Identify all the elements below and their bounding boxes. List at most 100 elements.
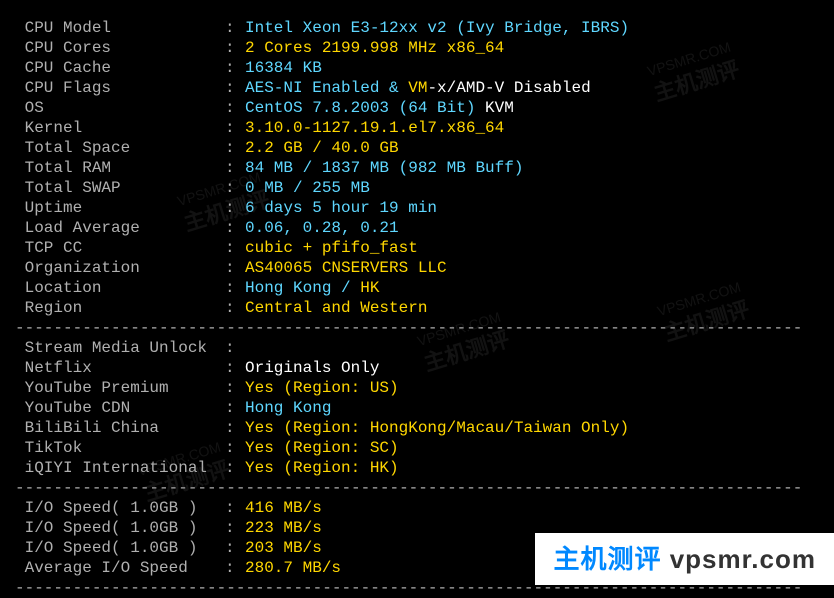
info-label: Organization [15, 258, 225, 278]
colon: : [225, 278, 245, 298]
info-row: Load Average : 0.06, 0.28, 0.21 [15, 218, 819, 238]
info-label: CPU Cores [15, 38, 225, 58]
info-label: CPU Model [15, 18, 225, 38]
colon: : [225, 178, 245, 198]
info-row: Organization : AS40065 CNSERVERS LLC [15, 258, 819, 278]
info-row: TikTok : Yes (Region: SC) [15, 438, 819, 458]
info-row: Total SWAP : 0 MB / 255 MB [15, 178, 819, 198]
separator: ----------------------------------------… [15, 478, 819, 498]
info-value: 6 days 5 hour 19 min [245, 198, 437, 218]
info-label: YouTube CDN [15, 398, 225, 418]
colon: : [225, 238, 245, 258]
info-label: Uptime [15, 198, 225, 218]
info-label: Kernel [15, 118, 225, 138]
info-value: 0 MB / 255 MB [245, 178, 370, 198]
info-value: 416 MB/s [245, 498, 322, 518]
info-value: Central and Western [245, 298, 427, 318]
info-value: 84 MB / 1837 MB (982 MB Buff) [245, 158, 523, 178]
info-label: Average I/O Speed [15, 558, 225, 578]
info-label: I/O Speed( 1.0GB ) [15, 518, 225, 538]
info-row: I/O Speed( 1.0GB ) : 416 MB/s [15, 498, 819, 518]
banner-title: 主机测评 [553, 544, 661, 574]
colon: : [225, 198, 245, 218]
colon: : [225, 158, 245, 178]
info-row: TCP CC : cubic + pfifo_fast [15, 238, 819, 258]
colon: : [225, 18, 245, 38]
info-value: 16384 KB [245, 58, 322, 78]
colon: : [225, 78, 245, 98]
info-row: Kernel : 3.10.0-1127.19.1.el7.x86_64 [15, 118, 819, 138]
section-label: Stream Media Unlock [15, 338, 225, 358]
info-label: CPU Cache [15, 58, 225, 78]
info-label: Load Average [15, 218, 225, 238]
colon: : [225, 118, 245, 138]
info-label: I/O Speed( 1.0GB ) [15, 538, 225, 558]
colon: : [225, 418, 245, 438]
info-label: Total SWAP [15, 178, 225, 198]
info-value: CentOS 7.8.2003 (64 Bit) [245, 98, 485, 118]
section-header: Stream Media Unlock : [15, 338, 819, 358]
info-row: BiliBili China : Yes (Region: HongKong/M… [15, 418, 819, 438]
info-value: Yes (Region: HK) [245, 458, 399, 478]
info-label: OS [15, 98, 225, 118]
info-label: Total Space [15, 138, 225, 158]
info-value: Yes (Region: HongKong/Macau/Taiwan Only) [245, 418, 629, 438]
colon: : [225, 258, 245, 278]
info-value: 0.06, 0.28, 0.21 [245, 218, 399, 238]
info-value: AES-NI Enabled & [245, 78, 408, 98]
separator: ----------------------------------------… [15, 318, 819, 338]
info-value: 3.10.0-1127.19.1.el7.x86_64 [245, 118, 504, 138]
info-label: Netflix [15, 358, 225, 378]
info-label: Region [15, 298, 225, 318]
info-value: Intel Xeon E3-12xx v2 (Ivy Bridge, IBRS) [245, 18, 629, 38]
info-value-suffix: -x/AMD-V Disabled [427, 78, 590, 98]
colon: : [225, 438, 245, 458]
colon: : [225, 298, 245, 318]
info-value: 2.2 GB / 40.0 GB [245, 138, 399, 158]
info-value: Yes (Region: US) [245, 378, 399, 398]
info-value: Hong Kong [245, 398, 331, 418]
info-row: YouTube Premium : Yes (Region: US) [15, 378, 819, 398]
info-label: TikTok [15, 438, 225, 458]
info-label: Total RAM [15, 158, 225, 178]
info-row: Location : Hong Kong / HK [15, 278, 819, 298]
colon: : [225, 338, 245, 358]
info-label: I/O Speed( 1.0GB ) [15, 498, 225, 518]
info-label: Location [15, 278, 225, 298]
info-value: 2 Cores 2199.998 MHz x86_64 [245, 38, 504, 58]
info-value-suffix: VM [408, 78, 427, 98]
info-value: 280.7 MB/s [245, 558, 341, 578]
site-banner: 主机测评 vpsmr.com [535, 533, 834, 586]
colon: : [225, 398, 245, 418]
info-value: Hong Kong / [245, 278, 360, 298]
colon: : [225, 38, 245, 58]
info-value-suffix: KVM [485, 98, 514, 118]
info-row: CPU Cores : 2 Cores 2199.998 MHz x86_64 [15, 38, 819, 58]
colon: : [225, 358, 245, 378]
info-value-suffix: HK [360, 278, 379, 298]
info-row: Total Space : 2.2 GB / 40.0 GB [15, 138, 819, 158]
info-value: 203 MB/s [245, 538, 322, 558]
info-row: Total RAM : 84 MB / 1837 MB (982 MB Buff… [15, 158, 819, 178]
info-row: YouTube CDN : Hong Kong [15, 398, 819, 418]
colon: : [225, 558, 245, 578]
colon: : [225, 518, 245, 538]
info-label: iQIYI International [15, 458, 225, 478]
info-row: OS : CentOS 7.8.2003 (64 Bit) KVM [15, 98, 819, 118]
info-value: Yes (Region: SC) [245, 438, 399, 458]
info-row: CPU Flags : AES-NI Enabled & VM-x/AMD-V … [15, 78, 819, 98]
colon: : [225, 378, 245, 398]
colon: : [225, 138, 245, 158]
info-label: TCP CC [15, 238, 225, 258]
info-value: cubic + pfifo_fast [245, 238, 418, 258]
info-value: Originals Only [245, 358, 379, 378]
info-value: 223 MB/s [245, 518, 322, 538]
info-label: YouTube Premium [15, 378, 225, 398]
banner-domain: vpsmr.com [670, 544, 816, 574]
colon: : [225, 538, 245, 558]
info-label: CPU Flags [15, 78, 225, 98]
info-label: BiliBili China [15, 418, 225, 438]
info-row: iQIYI International : Yes (Region: HK) [15, 458, 819, 478]
colon: : [225, 58, 245, 78]
colon: : [225, 498, 245, 518]
